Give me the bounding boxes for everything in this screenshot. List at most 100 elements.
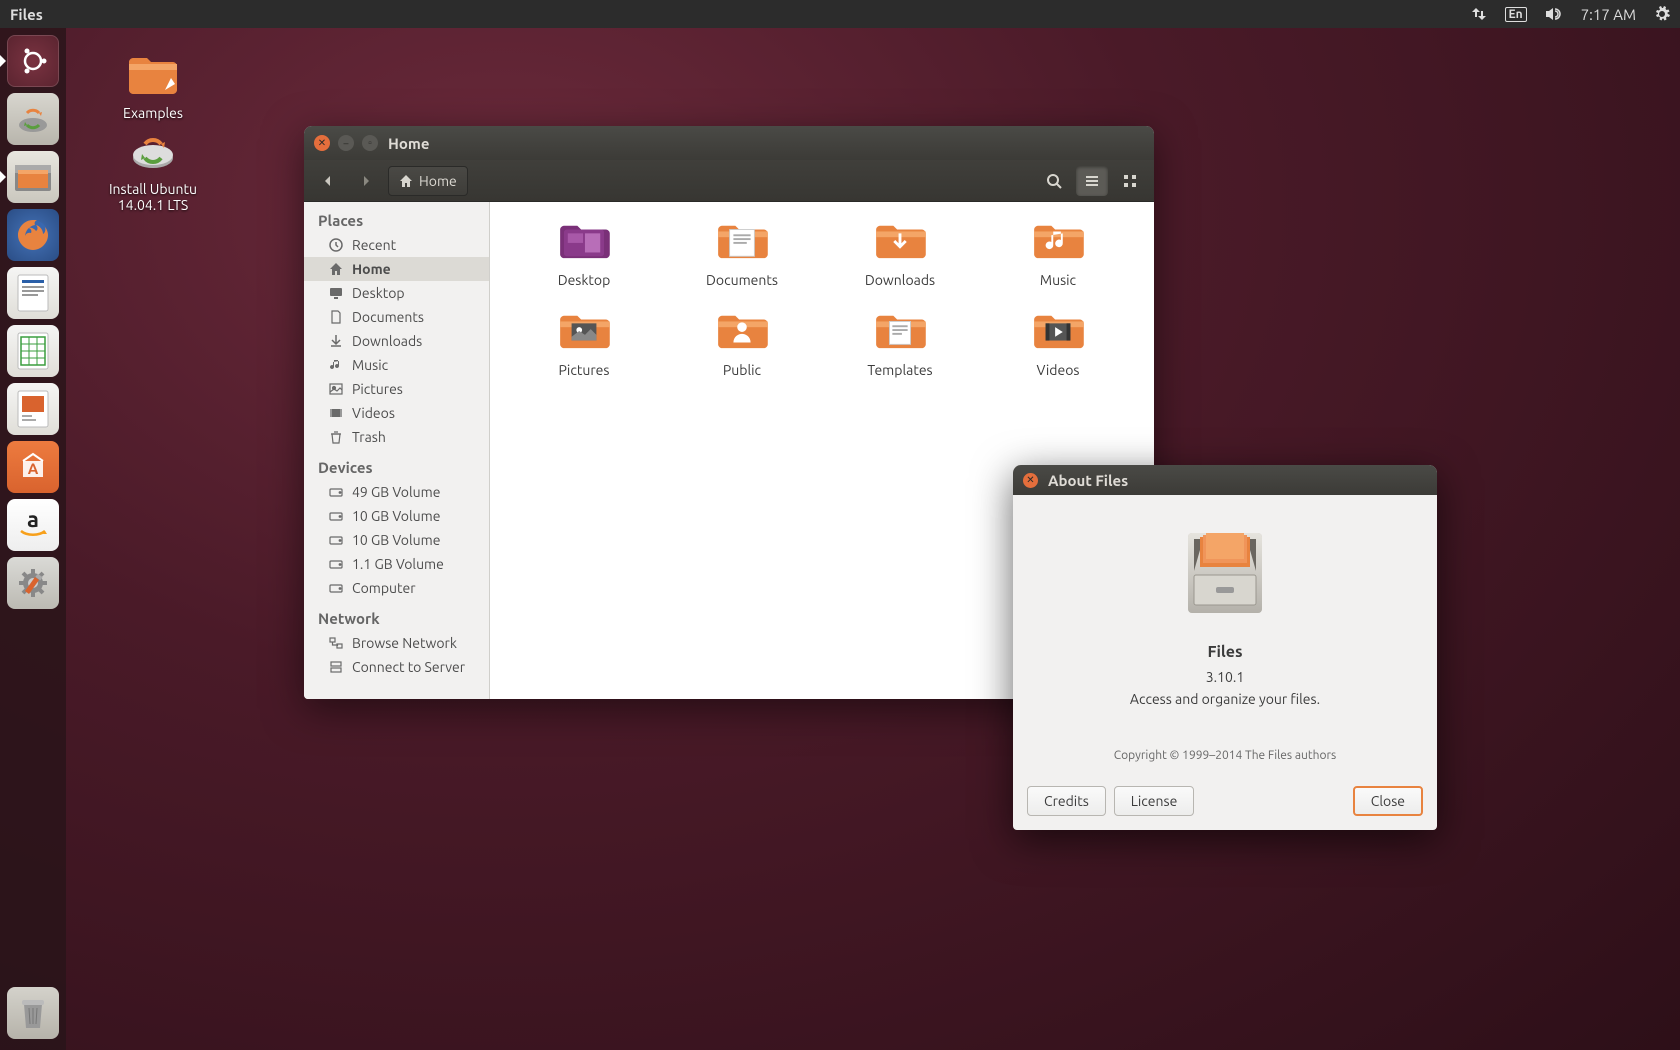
svg-text:a: a: [27, 507, 39, 532]
titlebar[interactable]: ✕ – ▫ Home: [304, 126, 1154, 160]
view-list-button[interactable]: [1076, 166, 1108, 196]
about-version: 3.10.1: [1037, 669, 1413, 685]
search-button[interactable]: [1038, 166, 1070, 196]
sidebar-item[interactable]: 10 GB Volume: [304, 504, 489, 528]
home-icon: [399, 174, 413, 188]
sidebar-item[interactable]: Computer: [304, 576, 489, 600]
drive-icon: [328, 580, 344, 596]
sidebar-item-label: Computer: [352, 580, 416, 596]
folder-label: Desktop: [514, 272, 654, 288]
sidebar-item[interactable]: Browse Network: [304, 631, 489, 655]
desktop-icon-examples[interactable]: Examples: [98, 52, 208, 121]
home-icon: [328, 261, 344, 277]
clock-icon: [328, 237, 344, 253]
launcher-firefox[interactable]: [6, 208, 60, 262]
folder-label: Templates: [830, 362, 970, 378]
launcher-dash[interactable]: [6, 34, 60, 88]
folder-item[interactable]: Videos: [988, 310, 1128, 378]
nav-back-button[interactable]: [312, 166, 344, 196]
drive-icon: [328, 532, 344, 548]
svg-text:A: A: [28, 460, 39, 477]
sidebar-item-label: Browse Network: [352, 635, 457, 651]
sidebar-header-devices: Devices: [304, 449, 489, 480]
nav-forward-button[interactable]: [350, 166, 382, 196]
sidebar-item[interactable]: Connect to Server: [304, 655, 489, 679]
keyboard-layout-indicator[interactable]: En: [1505, 7, 1527, 22]
sidebar-item-label: 10 GB Volume: [352, 508, 440, 524]
view-grid-button[interactable]: [1114, 166, 1146, 196]
sidebar-item[interactable]: Home: [304, 257, 489, 281]
sidebar-item[interactable]: 1.1 GB Volume: [304, 552, 489, 576]
trash-icon: [328, 429, 344, 445]
folder-label: Downloads: [830, 272, 970, 288]
launcher-settings[interactable]: [6, 556, 60, 610]
window-minimize-button[interactable]: –: [338, 135, 354, 151]
window-title: Home: [388, 135, 429, 152]
sidebar-item-label: Pictures: [352, 381, 403, 397]
sidebar-item[interactable]: Downloads: [304, 329, 489, 353]
system-gear-icon[interactable]: [1654, 6, 1670, 22]
window-close-button[interactable]: ✕: [314, 135, 330, 151]
launcher-impress[interactable]: [6, 382, 60, 436]
sidebar-item[interactable]: Trash: [304, 425, 489, 449]
folder-item[interactable]: Documents: [672, 220, 812, 288]
sidebar-item[interactable]: 10 GB Volume: [304, 528, 489, 552]
folder-item[interactable]: Templates: [830, 310, 970, 378]
sidebar-header-places: Places: [304, 202, 489, 233]
network-indicator-icon[interactable]: [1471, 6, 1487, 22]
folder-label: Public: [672, 362, 812, 378]
sidebar-item-label: 1.1 GB Volume: [352, 556, 444, 572]
sidebar: Places RecentHome Desktop Documents Downloa…: [304, 202, 490, 699]
folder-label: Pictures: [514, 362, 654, 378]
clock[interactable]: 7:17 AM: [1581, 6, 1636, 23]
launcher-trash[interactable]: [6, 986, 60, 1040]
sidebar-item[interactable]: Recent: [304, 233, 489, 257]
desktop-icon-install[interactable]: Install Ubuntu 14.04.1 LTS: [98, 128, 208, 213]
sidebar-item-label: 10 GB Volume: [352, 532, 440, 548]
sidebar-item[interactable]: Videos: [304, 401, 489, 425]
down-icon: [328, 333, 344, 349]
folder-label: Videos: [988, 362, 1128, 378]
sidebar-header-network: Network: [304, 600, 489, 631]
launcher-amazon[interactable]: a: [6, 498, 60, 552]
drive-icon: [328, 556, 344, 572]
file-cabinet-icon: [1170, 515, 1280, 625]
license-button[interactable]: License: [1114, 786, 1195, 816]
launcher-writer[interactable]: [6, 266, 60, 320]
sound-indicator-icon[interactable]: [1545, 6, 1563, 22]
sidebar-item[interactable]: 49 GB Volume: [304, 480, 489, 504]
launcher-software-center[interactable]: A: [6, 440, 60, 494]
about-dialog: ✕ About Files Files 3.10.1 Access and or…: [1013, 465, 1437, 830]
folder-item[interactable]: Music: [988, 220, 1128, 288]
sidebar-item[interactable]: Documents: [304, 305, 489, 329]
launcher-calc[interactable]: [6, 324, 60, 378]
net-icon: [328, 635, 344, 651]
drive-icon: [328, 508, 344, 524]
path-home-button[interactable]: Home: [388, 166, 468, 196]
about-close-icon[interactable]: ✕: [1023, 473, 1038, 488]
folder-label: Music: [988, 272, 1128, 288]
folder-item[interactable]: Pictures: [514, 310, 654, 378]
active-app-name[interactable]: Files: [10, 6, 43, 23]
sidebar-item-label: Downloads: [352, 333, 422, 349]
folder-item[interactable]: Public: [672, 310, 812, 378]
sidebar-item-label: Desktop: [352, 285, 405, 301]
about-copyright: Copyright © 1999–2014 The Files authors: [1037, 749, 1413, 762]
window-maximize-button[interactable]: ▫: [362, 135, 378, 151]
about-titlebar[interactable]: ✕ About Files: [1013, 465, 1437, 495]
launcher-update-manager[interactable]: [6, 92, 60, 146]
desktop-icon-label: Examples: [98, 105, 208, 121]
music-icon: [328, 357, 344, 373]
sidebar-item-label: Connect to Server: [352, 659, 465, 675]
video-icon: [328, 405, 344, 421]
folder-item[interactable]: Desktop: [514, 220, 654, 288]
sidebar-item-label: 49 GB Volume: [352, 484, 440, 500]
sidebar-item[interactable]: Desktop: [304, 281, 489, 305]
close-button[interactable]: Close: [1353, 786, 1423, 816]
folder-item[interactable]: Downloads: [830, 220, 970, 288]
launcher-files[interactable]: [6, 150, 60, 204]
sidebar-item[interactable]: Pictures: [304, 377, 489, 401]
drive-icon: [328, 484, 344, 500]
credits-button[interactable]: Credits: [1027, 786, 1106, 816]
sidebar-item[interactable]: Music: [304, 353, 489, 377]
